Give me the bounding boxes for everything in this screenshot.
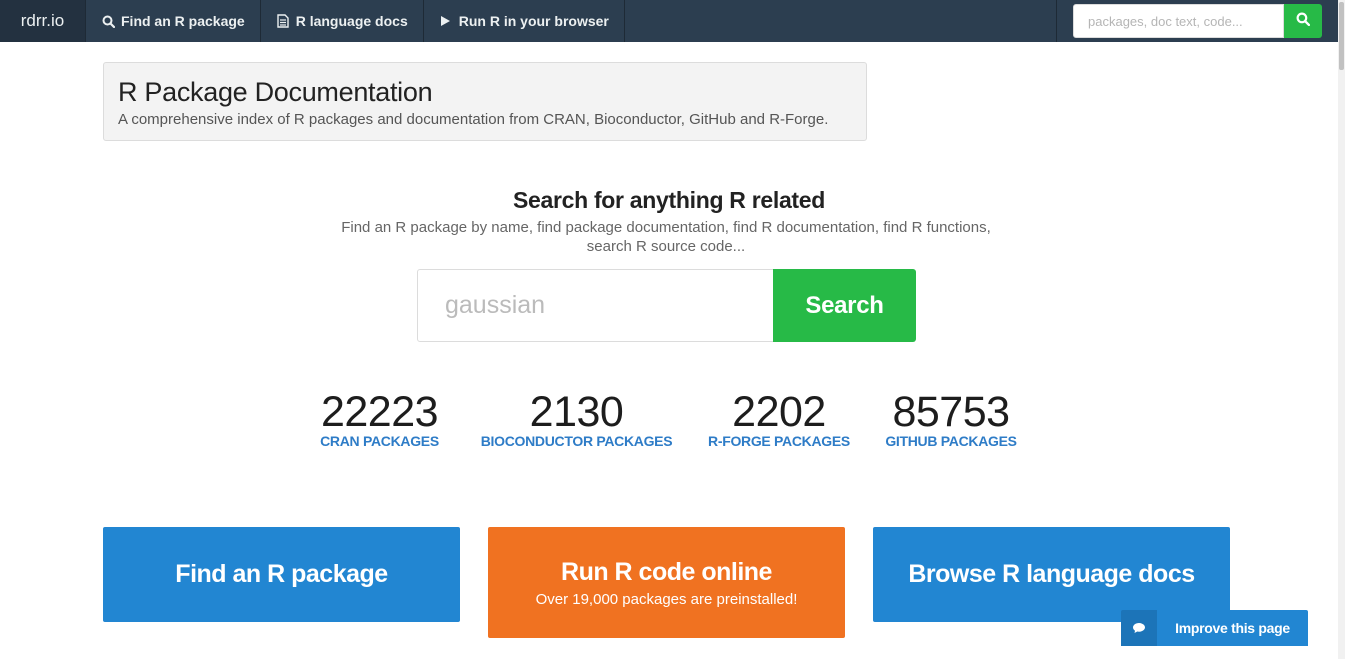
improve-page-button[interactable]: Improve this page [1121, 610, 1308, 646]
find-package-card-title: Find an R package [175, 560, 388, 588]
page-title: R Package Documentation [118, 77, 433, 107]
comment-icon [1121, 610, 1157, 646]
scrollbar-thumb[interactable] [1339, 2, 1344, 70]
brand-logo[interactable]: rdrr.io [0, 0, 86, 42]
nav-language-docs-label: R language docs [295, 13, 408, 29]
stat-github-count: 85753 [892, 388, 1010, 436]
main-search-button[interactable]: Search [773, 269, 916, 342]
stat-cran: 22223 CRAN PACKAGES [312, 388, 447, 449]
page-header: R Package Documentation A comprehensive … [103, 62, 867, 141]
nav-find-package-label: Find an R package [121, 13, 245, 29]
run-r-card-subtitle: Over 19,000 packages are preinstalled! [535, 590, 798, 608]
stat-bioconductor-count: 2130 [529, 388, 624, 436]
top-navbar: rdrr.io Find an R package R language doc… [0, 0, 1338, 42]
stat-github: 85753 GITHUB PACKAGES [881, 388, 1021, 449]
search-icon [1296, 12, 1311, 31]
nav-find-package[interactable]: Find an R package [86, 0, 261, 42]
search-heading: Search for anything R related [512, 187, 826, 213]
page-subtitle: A comprehensive index of R packages and … [118, 111, 829, 128]
browse-docs-card-title: Browse R language docs [908, 560, 1195, 588]
run-r-card[interactable]: Run R code online Over 19,000 packages a… [488, 527, 845, 638]
search-description: Find an R package by name, find package … [341, 219, 991, 255]
search-icon [101, 14, 115, 28]
nav-search-input[interactable]: packages, doc text, code... [1073, 4, 1284, 38]
browse-docs-card[interactable]: Browse R language docs [873, 527, 1230, 622]
stat-rforge-label[interactable]: R-FORGE PACKAGES [706, 433, 852, 449]
stat-bioconductor: 2130 BIOCONDUCTOR PACKAGES [476, 388, 677, 449]
page-scrollbar[interactable] [1338, 0, 1345, 659]
nav-language-docs[interactable]: R language docs [261, 0, 424, 42]
play-icon [439, 14, 453, 28]
run-r-card-title: Run R code online [561, 557, 772, 586]
nav-search-button[interactable] [1284, 4, 1322, 38]
stat-github-label[interactable]: GITHUB PACKAGES [881, 433, 1021, 449]
stat-rforge: 2202 R-FORGE PACKAGES [706, 388, 852, 449]
main-search-input[interactable]: gaussian [417, 269, 774, 342]
nav-search: packages, doc text, code... [1056, 0, 1338, 42]
nav-run-r[interactable]: Run R in your browser [424, 0, 625, 42]
nav-run-r-label: Run R in your browser [458, 13, 609, 29]
stat-bioconductor-label[interactable]: BIOCONDUCTOR PACKAGES [476, 433, 677, 449]
stat-cran-count: 22223 [320, 388, 439, 436]
document-icon [276, 14, 290, 28]
improve-page-label: Improve this page [1175, 620, 1290, 636]
find-package-card[interactable]: Find an R package [103, 527, 460, 622]
stat-rforge-count: 2202 [732, 388, 826, 436]
stat-cran-label[interactable]: CRAN PACKAGES [312, 433, 447, 449]
